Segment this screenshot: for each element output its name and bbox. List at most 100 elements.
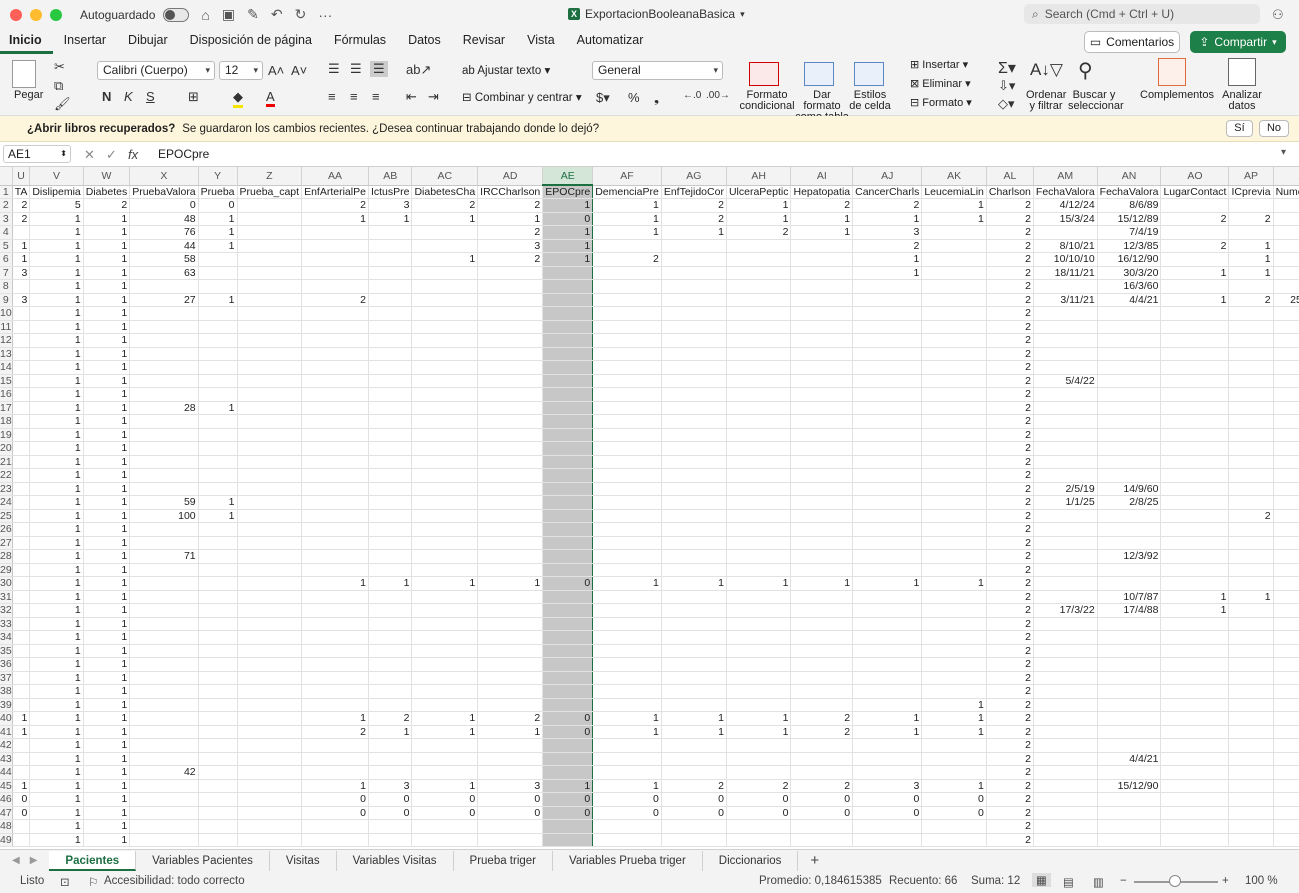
cell[interactable] (1273, 698, 1299, 712)
cell[interactable] (1160, 779, 1230, 793)
cell[interactable] (726, 765, 792, 780)
cell[interactable] (237, 806, 303, 820)
expand-formula-icon[interactable]: ▾ (1281, 147, 1286, 158)
cell[interactable] (592, 522, 662, 537)
row-header[interactable]: 27 (0, 536, 13, 550)
cell[interactable]: 1 (83, 306, 131, 321)
cell[interactable]: 1 (726, 198, 792, 213)
cell[interactable]: 0 (790, 806, 854, 820)
cell[interactable] (790, 360, 854, 375)
cell[interactable] (301, 752, 369, 766)
cell[interactable] (368, 752, 413, 766)
cell[interactable] (368, 495, 413, 510)
cell[interactable] (852, 549, 923, 564)
cell[interactable] (852, 360, 923, 375)
cell[interactable] (1033, 684, 1098, 699)
cell[interactable] (198, 765, 238, 780)
column-header[interactable]: AE (542, 167, 594, 186)
cell[interactable] (12, 563, 31, 577)
cell[interactable]: 1 (83, 252, 131, 267)
cell[interactable] (921, 293, 987, 307)
cell[interactable] (790, 468, 854, 483)
cell[interactable] (661, 374, 727, 388)
cell[interactable] (790, 617, 854, 631)
cell[interactable] (477, 495, 544, 510)
cell[interactable] (237, 617, 303, 631)
spreadsheet-grid[interactable]: UVWXYZAAABACADAEAFAGAHAIAJAKALAMANAOAPAQ… (0, 167, 1299, 849)
cell[interactable]: 2 (986, 617, 1034, 631)
cell[interactable] (592, 684, 662, 699)
find-select-label[interactable]: Buscar y seleccionar (1068, 90, 1124, 112)
cell[interactable] (592, 563, 662, 577)
cell[interactable] (661, 239, 727, 253)
cell[interactable] (301, 738, 369, 753)
cell[interactable] (1033, 698, 1098, 712)
cell[interactable] (921, 630, 987, 645)
cell[interactable] (301, 833, 369, 847)
cell[interactable]: LugarContact (1160, 185, 1230, 199)
cell[interactable] (477, 306, 544, 321)
align-top-icon[interactable]: ☰ (328, 61, 340, 77)
column-header[interactable]: AD (477, 167, 544, 186)
cell[interactable] (301, 522, 369, 537)
cell[interactable] (368, 657, 413, 672)
cell[interactable] (129, 792, 199, 807)
cell[interactable]: 15/12/90 (1097, 779, 1162, 793)
cell[interactable] (477, 509, 544, 523)
cell[interactable]: 1 (542, 252, 594, 267)
cell[interactable] (1160, 482, 1230, 496)
cell[interactable]: 1 (29, 549, 84, 564)
cell[interactable] (921, 455, 987, 469)
cell[interactable] (368, 738, 413, 753)
cell[interactable] (368, 644, 413, 658)
document-title[interactable]: X ExportacionBooleanaBasica ▾ (568, 7, 745, 21)
cell[interactable] (411, 320, 479, 334)
tab-dibujar[interactable]: Dibujar (117, 29, 179, 54)
cell[interactable] (411, 414, 479, 429)
cell[interactable] (1097, 522, 1162, 537)
cell[interactable] (368, 617, 413, 631)
cell[interactable]: 1 (198, 212, 238, 226)
cell[interactable] (726, 603, 792, 618)
cell[interactable] (661, 617, 727, 631)
cell[interactable] (852, 387, 923, 402)
cell[interactable] (726, 630, 792, 645)
cell[interactable] (237, 387, 303, 402)
cell[interactable] (1273, 495, 1299, 510)
cell[interactable]: 2 (477, 225, 544, 240)
cell[interactable]: 1 (83, 617, 131, 631)
cell[interactable]: DemenciaPre (592, 185, 662, 199)
cell[interactable] (661, 468, 727, 483)
cell[interactable] (129, 576, 199, 591)
cell[interactable] (368, 387, 413, 402)
cell[interactable] (1228, 428, 1274, 442)
cell[interactable] (198, 603, 238, 618)
cell[interactable] (852, 536, 923, 550)
cell[interactable] (1033, 738, 1098, 753)
name-box[interactable]: AE1 ⬍ (3, 145, 71, 163)
cell[interactable]: 1 (852, 725, 923, 739)
cell[interactable] (237, 792, 303, 807)
cell[interactable] (1273, 387, 1299, 402)
row-header[interactable]: 44 (0, 765, 13, 780)
cell[interactable]: 2 (301, 198, 369, 213)
cell[interactable] (661, 522, 727, 537)
cell[interactable] (477, 522, 544, 537)
row-header[interactable]: 11 (0, 320, 13, 334)
cell[interactable] (921, 279, 987, 294)
cell[interactable] (726, 428, 792, 442)
cell[interactable] (411, 387, 479, 402)
cell[interactable]: 0 (477, 792, 544, 807)
cell[interactable] (198, 684, 238, 699)
cell[interactable] (368, 563, 413, 577)
cell[interactable] (1160, 374, 1230, 388)
sheet-tab-pacientes[interactable]: Pacientes (49, 850, 137, 871)
cell[interactable] (477, 414, 544, 429)
cell[interactable] (1033, 441, 1098, 456)
cell[interactable] (301, 279, 369, 294)
cell[interactable] (542, 347, 594, 361)
cell[interactable] (1160, 725, 1230, 739)
cell[interactable] (198, 752, 238, 766)
cell[interactable]: FechaValora (1033, 185, 1098, 199)
cell[interactable] (411, 752, 479, 766)
